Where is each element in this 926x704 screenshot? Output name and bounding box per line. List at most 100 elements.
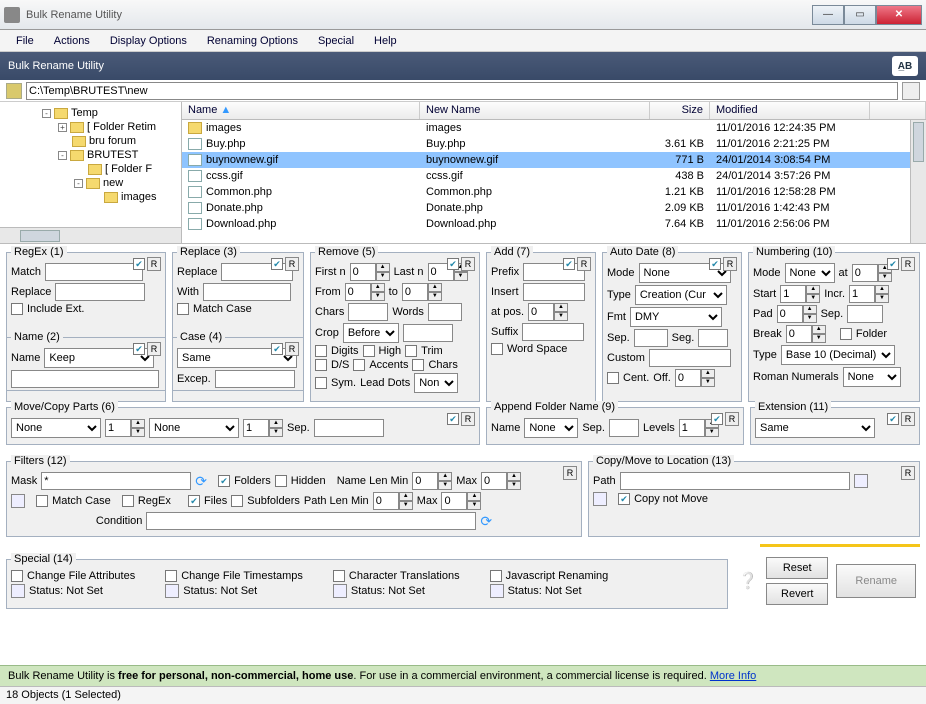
maximize-button[interactable]: ▭ [844,5,876,25]
name-fixed-input[interactable] [11,370,159,388]
minimize-button[interactable]: — [812,5,844,25]
movecopy-sel2[interactable]: None [149,418,239,438]
filters-matchcase-check[interactable] [36,495,48,507]
remove-digits-check[interactable] [315,345,327,357]
menu-file[interactable]: File [6,32,44,50]
remove-from-input[interactable] [345,283,371,301]
autodate-sep-input[interactable] [634,329,668,347]
movecopy-sel1[interactable]: None [11,418,101,438]
add-enable-check[interactable]: ✔ [563,258,575,270]
menu-renaming-options[interactable]: Renaming Options [197,32,308,50]
close-button[interactable]: ✕ [876,5,922,25]
remove-enable-check[interactable]: ✔ [447,258,459,270]
revert-button[interactable]: Revert [766,583,828,605]
regex-match-input[interactable] [45,263,143,281]
menu-special[interactable]: Special [308,32,364,50]
numbering-at-input[interactable] [852,264,878,282]
remove-leaddots-select[interactable]: Non [414,373,458,393]
remove-trim-check[interactable] [405,345,417,357]
appendfolder-enable-check[interactable]: ✔ [711,413,723,425]
help-icon[interactable]: ❔ [738,571,758,591]
movecopy-enable-check[interactable]: ✔ [447,413,459,425]
filters-files-check[interactable]: ✔ [188,495,200,507]
menu-actions[interactable]: Actions [44,32,100,50]
add-reset-button[interactable]: R [577,257,591,271]
col-size[interactable]: Size [650,102,710,119]
remove-reset-button[interactable]: R [461,257,475,271]
numbering-incr-input[interactable] [849,285,875,303]
tree-node[interactable]: -new [2,176,179,190]
refresh-icon-2[interactable]: ⟳ [480,513,492,530]
movecopy-sep-input[interactable] [314,419,384,437]
autodate-enable-check[interactable]: ✔ [709,258,721,270]
special-ct-check[interactable] [333,570,345,582]
filters-hidden-check[interactable] [275,475,287,487]
numbering-type-select[interactable]: Base 10 (Decimal) [781,345,895,365]
filters-mask-input[interactable] [41,472,191,490]
extension-enable-check[interactable]: ✔ [887,413,899,425]
add-suffix-input[interactable] [522,323,584,341]
numbering-mode-select[interactable]: None [785,263,835,283]
refresh-icon[interactable]: ⟳ [195,473,207,490]
path-input[interactable] [26,82,898,100]
replace-enable-check[interactable]: ✔ [271,258,283,270]
filters-reset-button[interactable]: R [563,466,577,480]
autodate-reset-button[interactable]: R [723,257,737,271]
case-enable-check[interactable]: ✔ [271,343,283,355]
remove-words-input[interactable] [428,303,462,321]
name-reset-button[interactable]: R [147,342,161,356]
tree-node[interactable]: -BRUTEST [2,148,179,162]
numbering-reset-button[interactable]: R [901,257,915,271]
appendfolder-reset-button[interactable]: R [725,412,739,426]
numbering-sep-input[interactable] [847,305,883,323]
copymove-path-input[interactable] [620,472,850,490]
replace-reset-button[interactable]: R [285,257,299,271]
filters-folders-check[interactable]: ✔ [218,475,230,487]
col-modified[interactable]: Modified [710,102,870,119]
file-row[interactable]: Common.phpCommon.php1.21 KB11/01/2016 12… [182,184,926,200]
special-cft-check[interactable] [165,570,177,582]
remove-crop-input[interactable] [403,324,453,342]
name-enable-check[interactable]: ✔ [133,343,145,355]
filters-namelenmax-input[interactable] [481,472,507,490]
special-jr-check[interactable] [490,570,502,582]
numbering-pad-input[interactable] [777,305,803,323]
file-row[interactable]: imagesimages11/01/2016 12:24:35 PM [182,120,926,136]
remove-crop-select[interactable]: Before [343,323,399,343]
numbering-roman-select[interactable]: None [843,367,901,387]
col-newname[interactable]: New Name [420,102,650,119]
movecopy-n2-input[interactable] [243,419,269,437]
remove-to-input[interactable] [402,283,428,301]
tree-node[interactable]: [ Folder F [2,162,179,176]
autodate-cent-check[interactable] [607,372,619,384]
js-icon[interactable] [490,584,504,598]
numbering-start-input[interactable] [780,285,806,303]
translate-icon[interactable] [333,584,347,598]
add-atpos-input[interactable] [528,303,554,321]
browse-icon[interactable] [854,474,868,488]
numbering-enable-check[interactable]: ✔ [887,258,899,270]
remove-high-check[interactable] [363,345,375,357]
tree-hscrollbar[interactable] [0,227,181,243]
extension-reset-button[interactable]: R [901,412,915,426]
appendfolder-select[interactable]: None [524,418,578,438]
regex-replace-input[interactable] [55,283,145,301]
replace-with-input[interactable] [203,283,291,301]
movecopy-n1-input[interactable] [105,419,131,437]
filters-regex-check[interactable] [122,495,134,507]
replace-matchcase-check[interactable] [177,303,189,315]
autodate-type-select[interactable]: Creation (Cur [635,285,727,305]
tree-node[interactable]: +[ Folder Retim [2,120,179,134]
file-vscrollbar[interactable] [910,120,926,243]
file-row[interactable]: Buy.phpBuy.php3.61 KB11/01/2016 2:21:25 … [182,136,926,152]
regex-enable-check[interactable]: ✔ [133,258,145,270]
regex-reset-button[interactable]: R [147,257,161,271]
filters-subfolders-check[interactable] [231,495,243,507]
autodate-custom-input[interactable] [649,349,731,367]
movecopy-reset-button[interactable]: R [461,412,475,426]
regex-includeext-check[interactable] [11,303,23,315]
file-row[interactable]: ccss.gifccss.gif438 B24/01/2014 3:57:26 … [182,168,926,184]
rename-button[interactable]: Rename [836,564,916,598]
extension-select[interactable]: Same [755,418,875,438]
remove-sym-check[interactable] [315,377,327,389]
